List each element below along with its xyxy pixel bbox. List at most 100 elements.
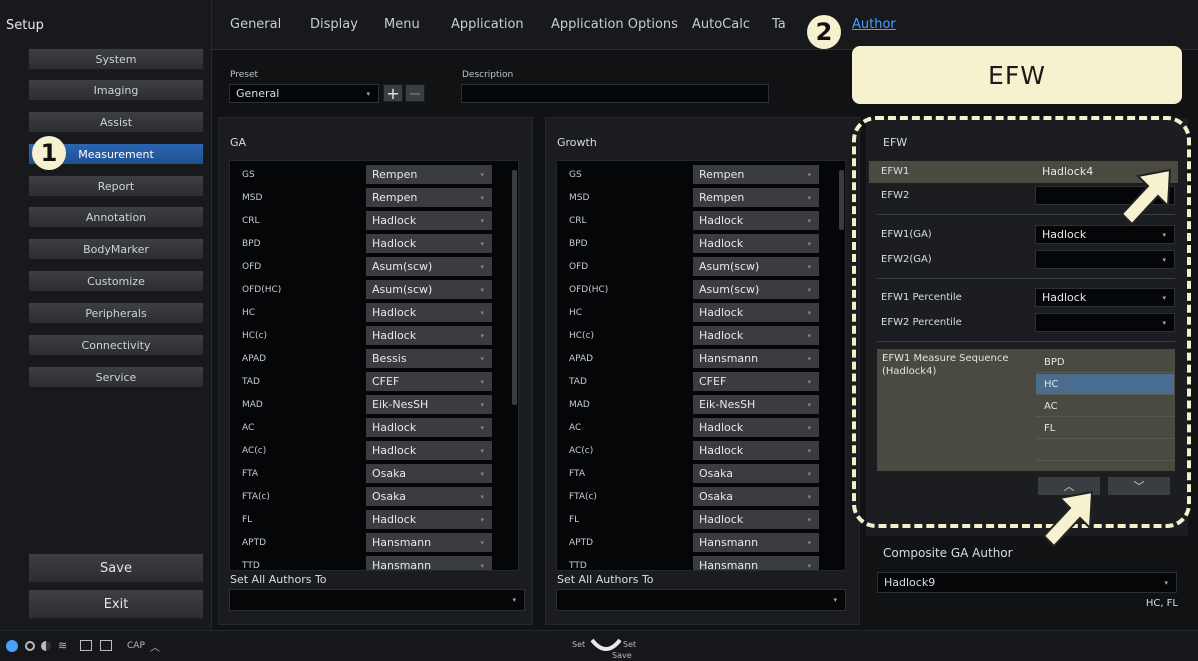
sidebar-item-imaging[interactable]: Imaging	[28, 79, 204, 101]
author-select[interactable]: Hadlock ▾	[366, 234, 492, 253]
author-select[interactable]: Hansmann ▾	[366, 556, 492, 570]
measurement-name: AC(c)	[569, 445, 594, 456]
measurement-name: APTD	[242, 537, 267, 548]
author-select[interactable]: Bessis ▾	[366, 349, 492, 368]
author-select[interactable]: Rempen ▾	[366, 188, 492, 207]
wifi-icon: ≋	[58, 639, 68, 652]
growth-set-all-select[interactable]: ▾	[556, 589, 846, 611]
author-select[interactable]: Osaka ▾	[366, 487, 492, 506]
sidebar-item-service[interactable]: Service	[28, 366, 204, 388]
description-input[interactable]	[461, 84, 769, 103]
ga-scrollbar[interactable]	[512, 170, 517, 405]
tab-autocalc[interactable]: AutoCalc	[692, 17, 750, 32]
sidebar-item-peripherals[interactable]: Peripherals	[28, 302, 204, 324]
add-preset-button[interactable]: +	[383, 84, 403, 103]
author-value: Osaka	[372, 490, 407, 503]
remove-preset-button[interactable]: −	[405, 84, 425, 103]
list-item: MAD Eik-NesSH ▾	[230, 394, 518, 415]
preset-value: General	[236, 87, 280, 100]
author-select[interactable]: Hadlock ▾	[366, 510, 492, 529]
author-select[interactable]: Asum(scw) ▾	[366, 280, 492, 299]
sidebar-item-annotation[interactable]: Annotation	[28, 206, 204, 228]
author-select[interactable]: Rempen ▾	[366, 165, 492, 184]
author-select[interactable]: Hadlock ▾	[693, 418, 819, 437]
growth-scrollbar[interactable]	[839, 170, 844, 230]
measurement-name: HC(c)	[569, 330, 595, 341]
chevron-down-icon: ▾	[807, 469, 811, 478]
author-select[interactable]: Eik-NesSH ▾	[366, 395, 492, 414]
measurement-name: CRL	[569, 215, 587, 226]
chevron-down-icon: ▾	[512, 596, 516, 604]
sidebar-item-system[interactable]: System	[28, 48, 204, 70]
list-item: HC(c) Hadlock ▾	[230, 325, 518, 346]
exit-button[interactable]: Exit	[28, 589, 204, 619]
measurement-name: BPD	[569, 238, 588, 249]
author-select[interactable]: Osaka ▾	[693, 487, 819, 506]
chevron-down-icon: ▾	[480, 239, 484, 248]
chevron-down-icon: ▾	[807, 515, 811, 524]
author-select[interactable]: Osaka ▾	[693, 464, 819, 483]
author-select[interactable]: Asum(scw) ▾	[693, 257, 819, 276]
measurement-name: APTD	[569, 537, 594, 548]
author-select[interactable]: CFEF ▾	[366, 372, 492, 391]
author-select[interactable]: Hadlock ▾	[366, 326, 492, 345]
tab-general[interactable]: General	[230, 17, 281, 32]
author-select[interactable]: Hadlock ▾	[693, 211, 819, 230]
author-select[interactable]: Hansmann ▾	[366, 533, 492, 552]
tab-application[interactable]: Application	[451, 17, 524, 32]
author-select[interactable]: Hadlock ▾	[366, 418, 492, 437]
author-select[interactable]: Osaka ▾	[366, 464, 492, 483]
list-item: FTA(c) Osaka ▾	[557, 486, 845, 507]
tab-application-options[interactable]: Application Options	[551, 17, 678, 32]
sidebar-item-bodymarker[interactable]: BodyMarker	[28, 238, 204, 260]
author-select[interactable]: Hansmann ▾	[693, 349, 819, 368]
sidebar-item-assist[interactable]: Assist	[28, 111, 204, 133]
set-left-label: Set	[572, 640, 586, 649]
author-value: Hadlock	[699, 214, 744, 227]
measurement-name: GS	[569, 169, 582, 180]
save-button[interactable]: Save	[28, 553, 204, 583]
callout-badge-1: 1	[32, 136, 66, 170]
tab-menu[interactable]: Menu	[384, 17, 420, 32]
sidebar-item-report[interactable]: Report	[28, 175, 204, 197]
chevron-down-icon: ▾	[807, 538, 811, 547]
measurement-name: MAD	[242, 399, 263, 410]
callout-badge-2: 2	[807, 15, 841, 49]
author-select[interactable]: CFEF ▾	[693, 372, 819, 391]
author-select[interactable]: Hadlock ▾	[693, 441, 819, 460]
list-item: TAD CFEF ▾	[230, 371, 518, 392]
tab-display[interactable]: Display	[310, 17, 358, 32]
author-select[interactable]: Hadlock ▾	[366, 303, 492, 322]
chevron-down-icon: ▾	[480, 331, 484, 340]
author-select[interactable]: Asum(scw) ▾	[366, 257, 492, 276]
author-select[interactable]: Eik-NesSH ▾	[693, 395, 819, 414]
tab-ta[interactable]: Ta	[772, 17, 786, 32]
author-select[interactable]: Hadlock ▾	[693, 326, 819, 345]
ga-title: GA	[230, 136, 247, 149]
list-item: BPD Hadlock ▾	[230, 233, 518, 254]
author-select[interactable]: Asum(scw) ▾	[693, 280, 819, 299]
chevron-up-icon[interactable]: ︿	[150, 639, 160, 654]
chevron-down-icon: ▾	[807, 170, 811, 179]
author-select[interactable]: Hadlock ▾	[693, 303, 819, 322]
author-value: Rempen	[372, 191, 418, 204]
composite-select[interactable]: Hadlock9 ▾	[877, 572, 1177, 593]
ga-set-all-select[interactable]: ▾	[229, 589, 525, 611]
author-select[interactable]: Hadlock ▾	[693, 510, 819, 529]
tab-author[interactable]: Author	[852, 17, 896, 32]
author-value: Osaka	[699, 467, 734, 480]
author-select[interactable]: Rempen ▾	[693, 165, 819, 184]
list-item: FTA Osaka ▾	[557, 463, 845, 484]
author-select[interactable]: Hadlock ▾	[693, 234, 819, 253]
growth-author-list: GS Rempen ▾ MSD Rempen ▾ CRL Hadlock ▾ BPD Hadlock…	[556, 160, 846, 571]
sidebar-item-connectivity[interactable]: Connectivity	[28, 334, 204, 356]
author-select[interactable]: Hansmann ▾	[693, 533, 819, 552]
sidebar-item-customize[interactable]: Customize	[28, 270, 204, 292]
author-select[interactable]: Rempen ▾	[693, 188, 819, 207]
author-select[interactable]: Hadlock ▾	[366, 441, 492, 460]
measurement-name: OFD	[242, 261, 262, 272]
author-select[interactable]: Hadlock ▾	[366, 211, 492, 230]
chevron-down-icon: ▾	[807, 216, 811, 225]
preset-select[interactable]: General ▾	[229, 84, 379, 103]
author-select[interactable]: Hansmann ▾	[693, 556, 819, 570]
